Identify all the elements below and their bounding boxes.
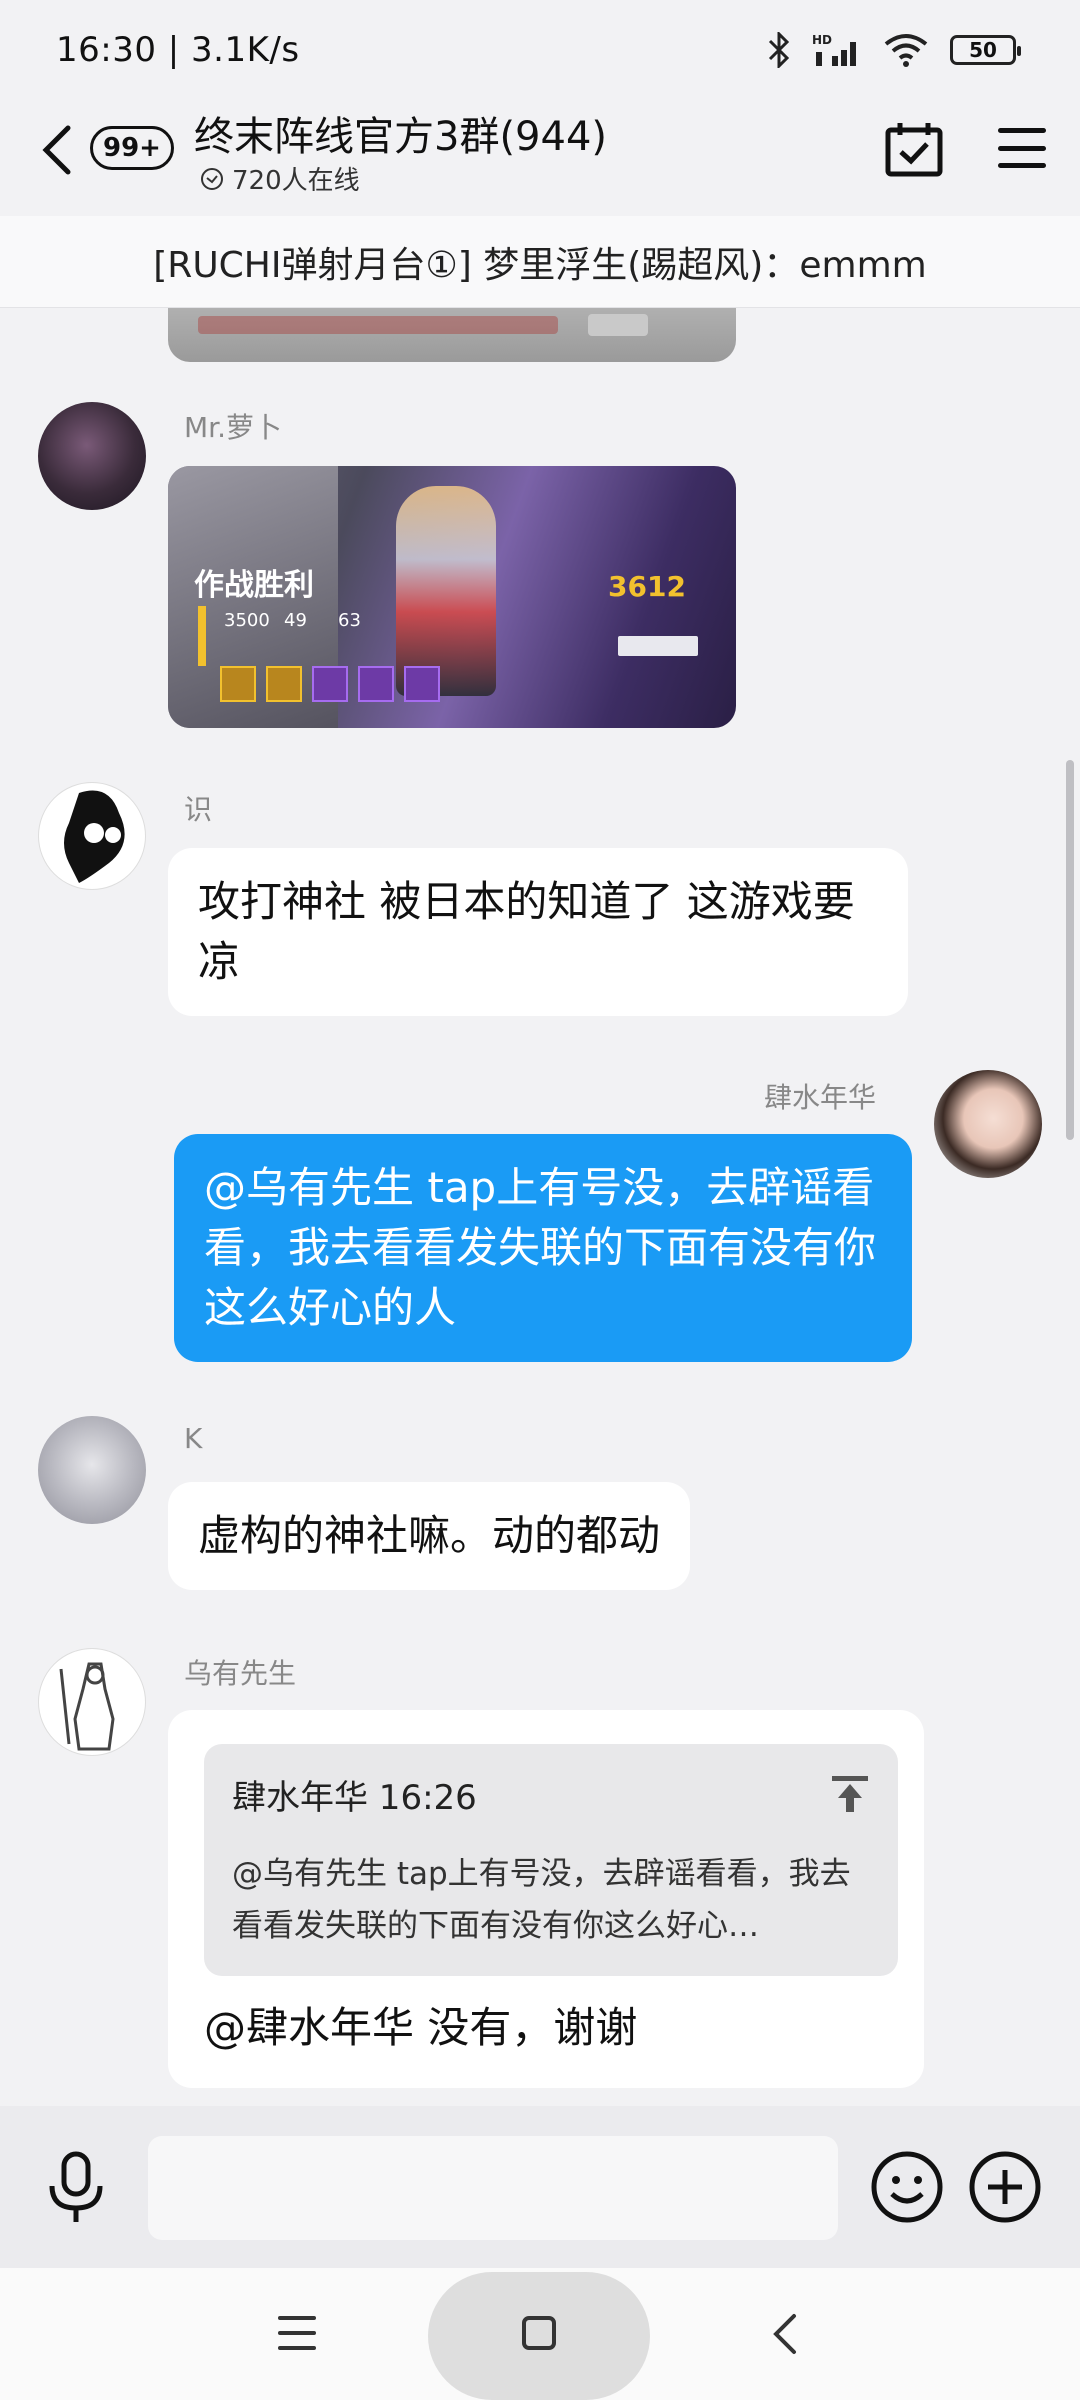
avatar[interactable] <box>38 782 146 890</box>
status-time-speed: 16:30 | 3.1K/s <box>56 30 300 70</box>
smiley-icon <box>871 2151 943 2223</box>
calendar-check-icon <box>885 123 943 177</box>
home-button[interactable] <box>522 2316 556 2350</box>
image-accent-bar <box>198 606 206 666</box>
avatar-art <box>59 1662 115 1751</box>
menu-line <box>998 145 1046 151</box>
image-fragment <box>588 314 648 336</box>
chevron-left-icon <box>773 2314 796 2354</box>
status-bar: 16:30 | 3.1K/s HD 50 <box>0 0 1080 100</box>
stat-value: 49 <box>284 610 307 631</box>
sender-name: 乌有先生 <box>184 1657 297 1690</box>
message-bubble[interactable]: 虚构的神社嘛。动的都动 <box>168 1482 691 1590</box>
menu-line <box>998 163 1046 168</box>
online-status[interactable]: 720人在线 <box>200 160 360 197</box>
sender-name: Mr.萝卜 <box>184 411 283 444</box>
victory-text: 作战胜利 <box>194 568 314 603</box>
menu-line <box>278 2346 316 2350</box>
plus-icon <box>969 2151 1041 2223</box>
quoted-message[interactable]: 肆水年华 16:26 @乌有先生 tap上有号没，去辟谣看看，我去看看发失联的下… <box>204 1744 898 1976</box>
avatar-art <box>64 790 125 883</box>
reply-message-bubble[interactable]: 肆水年华 16:26 @乌有先生 tap上有号没，去辟谣看看，我去看看发失联的下… <box>168 1710 924 2088</box>
emoji-button[interactable] <box>870 2150 944 2224</box>
more-menu-button[interactable] <box>998 124 1046 172</box>
signal-icon: HD <box>812 32 862 68</box>
score-value: 3612 <box>608 570 686 603</box>
image-fragment <box>198 316 558 334</box>
my-avatar[interactable] <box>934 1070 1042 1178</box>
hd-label: HD <box>812 33 832 47</box>
pinned-message-banner[interactable]: [RUCHI弹射月台①] 梦里浮生(踢超风)：emmm <box>0 216 1080 308</box>
sender-name: 识 <box>184 793 213 826</box>
more-actions-button[interactable] <box>968 2150 1042 2224</box>
quoted-header: 肆水年华 16:26 <box>232 1778 477 1818</box>
my-message-bubble[interactable]: @乌有先生 tap上有号没，去辟谣看看，我去看看发失联的下面有没有你这么好心的人 <box>174 1134 912 1362</box>
group-title[interactable]: 终末阵线官方3群(944) <box>194 104 607 162</box>
voice-button[interactable] <box>44 2150 108 2226</box>
battery-icon: 50 <box>950 35 1021 65</box>
avatar[interactable] <box>38 402 146 510</box>
chevron-left-icon <box>42 125 71 175</box>
avatar[interactable] <box>38 1416 146 1524</box>
reward-item <box>358 666 394 702</box>
image-character <box>396 486 496 696</box>
sender-name: 肆水年华 <box>764 1081 877 1114</box>
recent-apps-button[interactable] <box>278 2316 316 2350</box>
online-count: 720人在线 <box>232 166 360 196</box>
back-button[interactable] <box>40 120 80 180</box>
nav-back-button[interactable] <box>770 2312 800 2356</box>
calendar-check-button[interactable] <box>884 120 944 180</box>
system-nav-bar <box>0 2268 1080 2400</box>
microphone-icon <box>49 2151 103 2222</box>
bluetooth-icon <box>768 32 790 68</box>
status-icons: HD 50 <box>768 26 1021 74</box>
chat-area[interactable]: Mr.萝卜 作战胜利 3500 49 63 3612 识 攻打神社 被日本的知道… <box>0 216 1080 2106</box>
online-check-icon <box>201 167 223 190</box>
wifi-icon <box>884 32 928 68</box>
menu-line <box>278 2331 316 2335</box>
reply-text: @肆水年华 没有，谢谢 <box>204 2003 638 2052</box>
chat-header: 99+ 终末阵线官方3群(944) 720人在线 <box>0 100 1080 216</box>
reward-items <box>220 666 440 702</box>
jump-to-quote-icon[interactable] <box>830 1770 870 1812</box>
unread-badge[interactable]: 99+ <box>90 126 174 170</box>
reward-item <box>312 666 348 702</box>
input-bar <box>0 2106 1080 2268</box>
reward-item <box>404 666 440 702</box>
menu-line <box>278 2316 316 2320</box>
scrollbar[interactable] <box>1066 760 1074 1140</box>
quoted-text: @乌有先生 tap上有号没，去辟谣看看，我去看看发失联的下面有没有你这么好心… <box>232 1856 851 1944</box>
sender-name: K <box>184 1422 203 1455</box>
menu-line <box>998 128 1046 133</box>
image-button <box>618 636 698 656</box>
avatar[interactable] <box>38 1648 146 1756</box>
message-input[interactable] <box>148 2136 838 2240</box>
stat-value: 3500 <box>224 610 270 631</box>
reward-item <box>266 666 302 702</box>
stat-value: 63 <box>338 610 361 631</box>
reward-item <box>220 666 256 702</box>
message-bubble[interactable]: 攻打神社 被日本的知道了 这游戏要凉 <box>168 848 908 1016</box>
game-screenshot-image[interactable]: 作战胜利 3500 49 63 3612 <box>168 466 736 728</box>
